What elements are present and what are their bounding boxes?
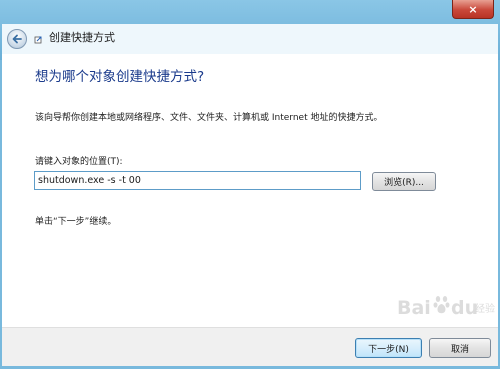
location-label: 请键入对象的位置(T): [35, 157, 123, 167]
next-hint: 单击“下一步”继续。 [35, 217, 117, 227]
wizard-footer [2, 327, 498, 366]
dialog-window: × 创建快捷方式 想为哪个对象创建快捷方式? 该向导帮你创建本地或网络程序、文件… [0, 0, 500, 369]
next-button[interactable]: 下一步(N) [355, 338, 422, 358]
wizard-title: 创建快捷方式 [49, 31, 115, 44]
page-heading: 想为哪个对象创建快捷方式? [35, 69, 205, 85]
wizard-description: 该向导帮你创建本地或网络程序、文件、文件夹、计算机或 Internet 地址的快… [35, 113, 383, 123]
cancel-button[interactable]: 取消 [429, 338, 491, 358]
close-button[interactable]: × [452, 0, 494, 19]
close-icon: × [468, 2, 478, 16]
back-button[interactable] [7, 29, 27, 49]
location-input[interactable] [34, 171, 361, 190]
browse-button[interactable]: 浏览(R)... [372, 172, 436, 191]
shortcut-wizard-icon [34, 36, 42, 44]
back-arrow-icon [12, 34, 22, 44]
